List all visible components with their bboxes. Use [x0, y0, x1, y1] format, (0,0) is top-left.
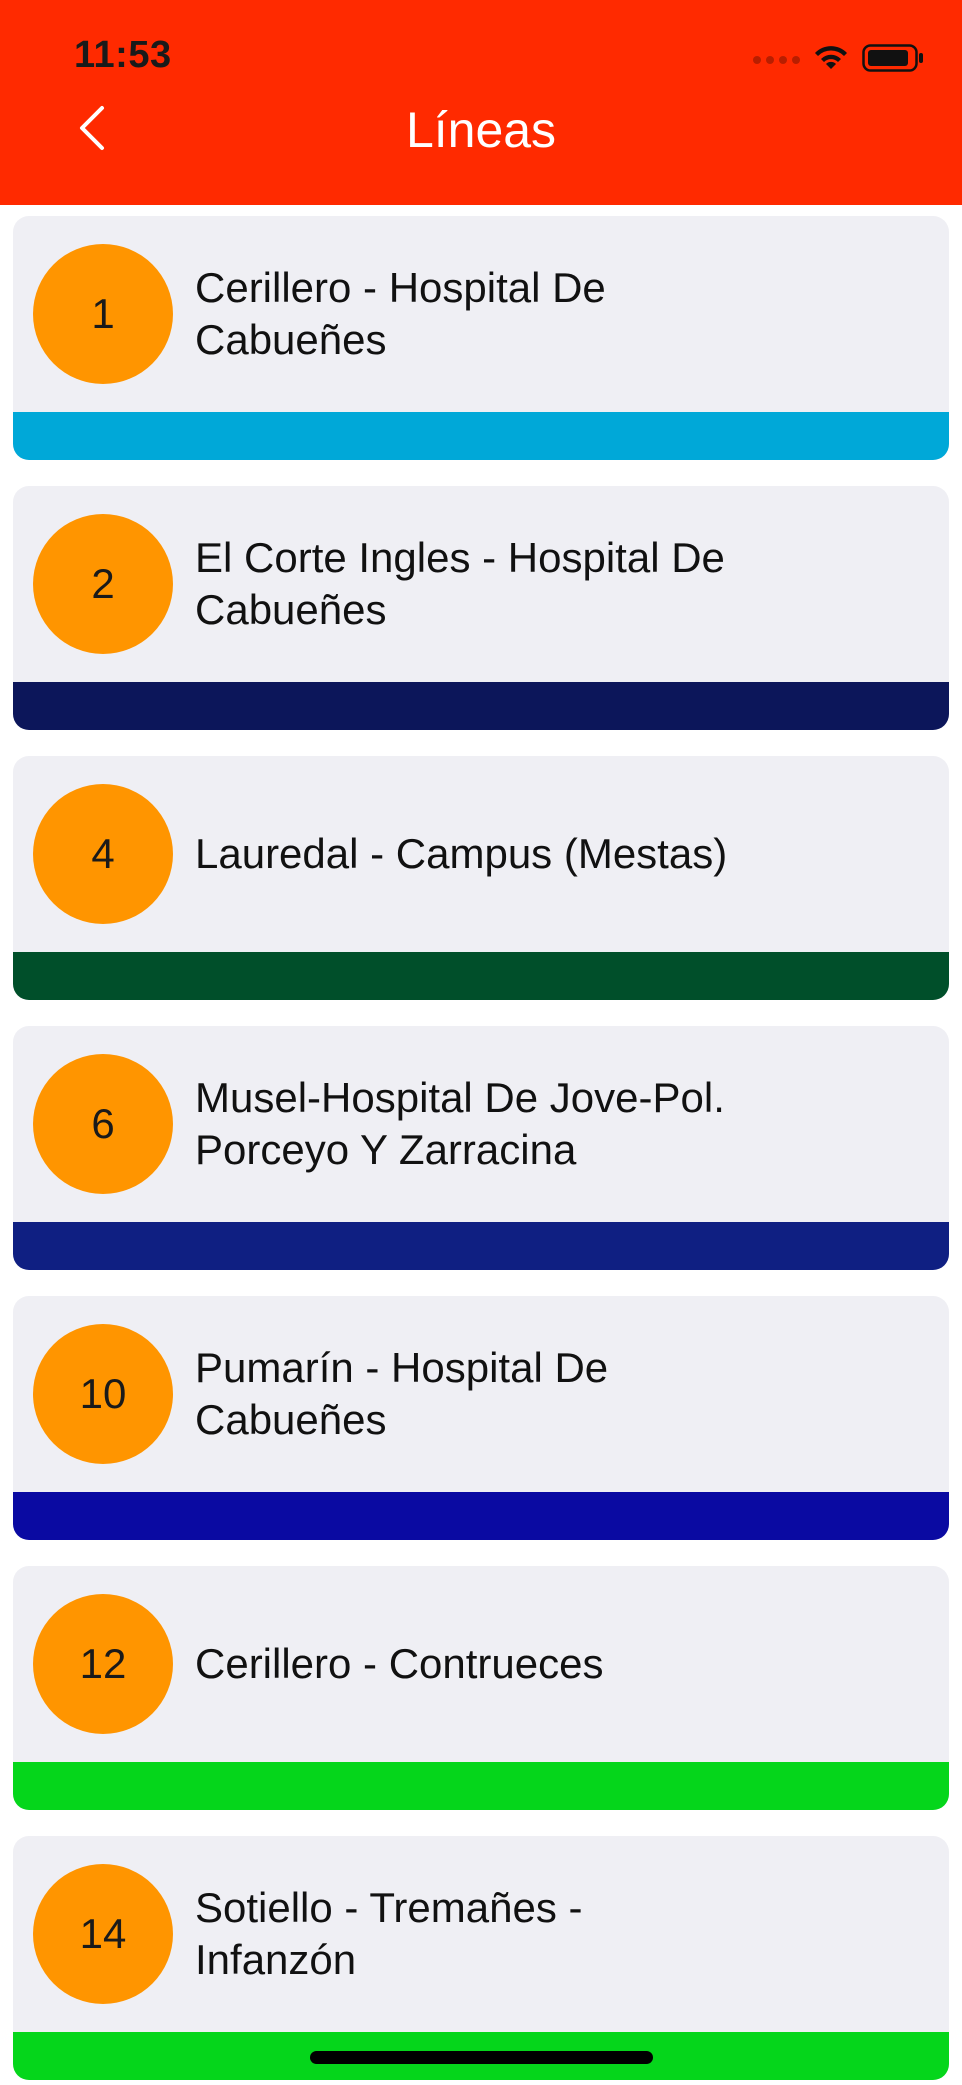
battery-icon [862, 43, 924, 78]
line-color-bar [13, 1762, 949, 1810]
line-name: Musel-Hospital De Jove-Pol. Porceyo Y Za… [195, 1074, 725, 1173]
home-indicator[interactable] [310, 2051, 653, 2064]
line-card[interactable]: 6 Musel-Hospital De Jove-Pol. Porceyo Y … [13, 1026, 949, 1270]
line-color-bar [13, 1222, 949, 1270]
status-time: 11:53 [74, 34, 172, 76]
status-icons [753, 40, 924, 80]
line-color-bar [13, 952, 949, 1000]
line-number-badge: 14 [33, 1864, 173, 2004]
line-name: Pumarín - Hospital De Cabueñes [195, 1344, 609, 1443]
line-name: Lauredal - Campus (Mestas) [195, 830, 728, 877]
wifi-icon [814, 45, 848, 76]
line-name: Cerillero - Contrueces [195, 1640, 604, 1687]
line-number-badge: 4 [33, 784, 173, 924]
line-number-badge: 6 [33, 1054, 173, 1194]
line-name: Cerillero - Hospital De Cabueñes [195, 264, 606, 363]
lines-list: 1 Cerillero - Hospital De Cabueñes 2 El … [13, 216, 949, 2085]
line-color-bar [13, 1492, 949, 1540]
line-number-badge: 2 [33, 514, 173, 654]
line-card[interactable]: 2 El Corte Ingles - Hospital De Cabueñes [13, 486, 949, 730]
line-number-badge: 10 [33, 1324, 173, 1464]
line-card[interactable]: 4 Lauredal - Campus (Mestas) [13, 756, 949, 1000]
line-number-badge: 12 [33, 1594, 173, 1734]
page-title: Líneas [405, 102, 557, 158]
line-card[interactable]: 12 Cerillero - Contrueces [13, 1566, 949, 1810]
screen: 11:53 Líneas 1 Cerillero - Hospital De C… [0, 0, 962, 2085]
line-color-bar [13, 682, 949, 730]
line-card[interactable]: 10 Pumarín - Hospital De Cabueñes [13, 1296, 949, 1540]
line-color-bar [13, 412, 949, 460]
cellular-signal-icon [753, 56, 800, 64]
line-name: El Corte Ingles - Hospital De Cabueñes [195, 534, 725, 633]
line-name: Sotiello - Tremañes - Infanzón [195, 1884, 583, 1983]
line-card[interactable]: 14 Sotiello - Tremañes - Infanzón [13, 1836, 949, 2080]
line-card[interactable]: 1 Cerillero - Hospital De Cabueñes [13, 216, 949, 460]
line-number-badge: 1 [33, 244, 173, 384]
navigation-header: 11:53 Líneas [0, 0, 962, 205]
